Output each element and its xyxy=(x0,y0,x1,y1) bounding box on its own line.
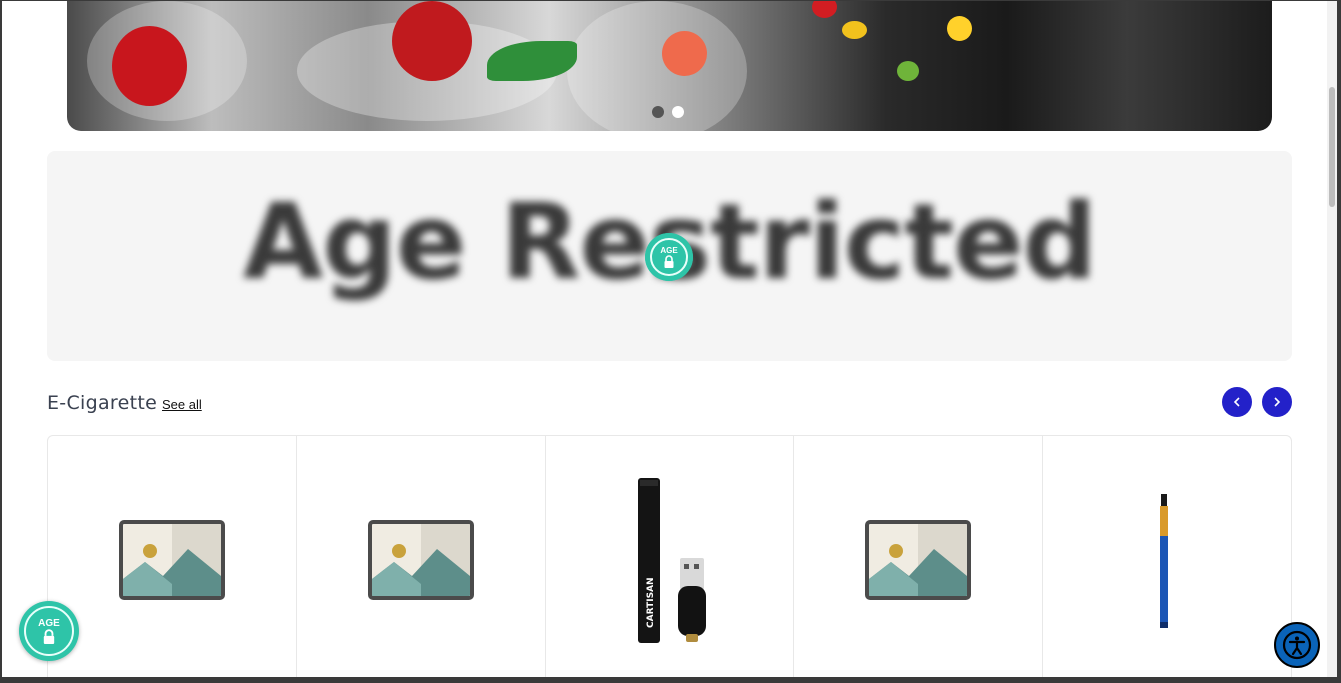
chevron-right-icon xyxy=(1274,397,1281,407)
accessibility-icon xyxy=(1282,630,1312,660)
lemon-image xyxy=(947,16,972,41)
product-card[interactable] xyxy=(1043,436,1291,677)
product-brand-label: CARTISAN xyxy=(646,577,656,628)
age-verification-button[interactable]: AGE xyxy=(19,601,79,661)
carousel-dot-2[interactable] xyxy=(672,106,684,118)
lime-image xyxy=(897,61,919,81)
hero-banner[interactable] xyxy=(67,1,1272,131)
age-badge-label: AGE xyxy=(38,618,60,629)
see-all-link[interactable]: See all xyxy=(162,397,202,412)
lemon-image xyxy=(842,21,867,39)
scrollbar-thumb[interactable] xyxy=(1329,87,1335,207)
carousel-dot-1[interactable] xyxy=(652,106,664,118)
product-card[interactable] xyxy=(794,436,1044,677)
placeholder-image-icon xyxy=(865,520,972,600)
carousel-next-button[interactable] xyxy=(1262,387,1292,417)
battery-charger-image: CARTISAN xyxy=(637,478,706,643)
age-lock-badge[interactable]: AGE xyxy=(645,233,693,281)
age-badge-label: AGE xyxy=(660,246,678,255)
product-card[interactable]: CARTISAN xyxy=(546,436,795,677)
strawberry-image xyxy=(812,1,837,18)
lock-icon xyxy=(43,629,55,644)
placeholder-image-icon xyxy=(119,520,225,600)
carousel-dots xyxy=(652,106,684,118)
strawberry-image xyxy=(112,26,187,106)
lock-icon xyxy=(664,255,674,268)
strawberry-image xyxy=(392,1,472,81)
product-card[interactable] xyxy=(48,436,297,677)
section-title: E-Cigarette xyxy=(47,392,158,414)
product-carousel: CARTISAN xyxy=(47,435,1292,677)
age-restricted-banner[interactable]: Age Restricted AGE xyxy=(47,151,1292,361)
browser-viewport: Age Restricted AGE E-Cigarette See all C… xyxy=(2,1,1337,677)
grapefruit-image xyxy=(662,31,707,76)
accessibility-button[interactable] xyxy=(1274,622,1320,668)
carousel-prev-button[interactable] xyxy=(1222,387,1252,417)
vape-pen-image xyxy=(1160,494,1169,628)
product-card[interactable] xyxy=(297,436,546,677)
placeholder-image-icon xyxy=(367,520,474,600)
chevron-left-icon xyxy=(1233,397,1240,407)
